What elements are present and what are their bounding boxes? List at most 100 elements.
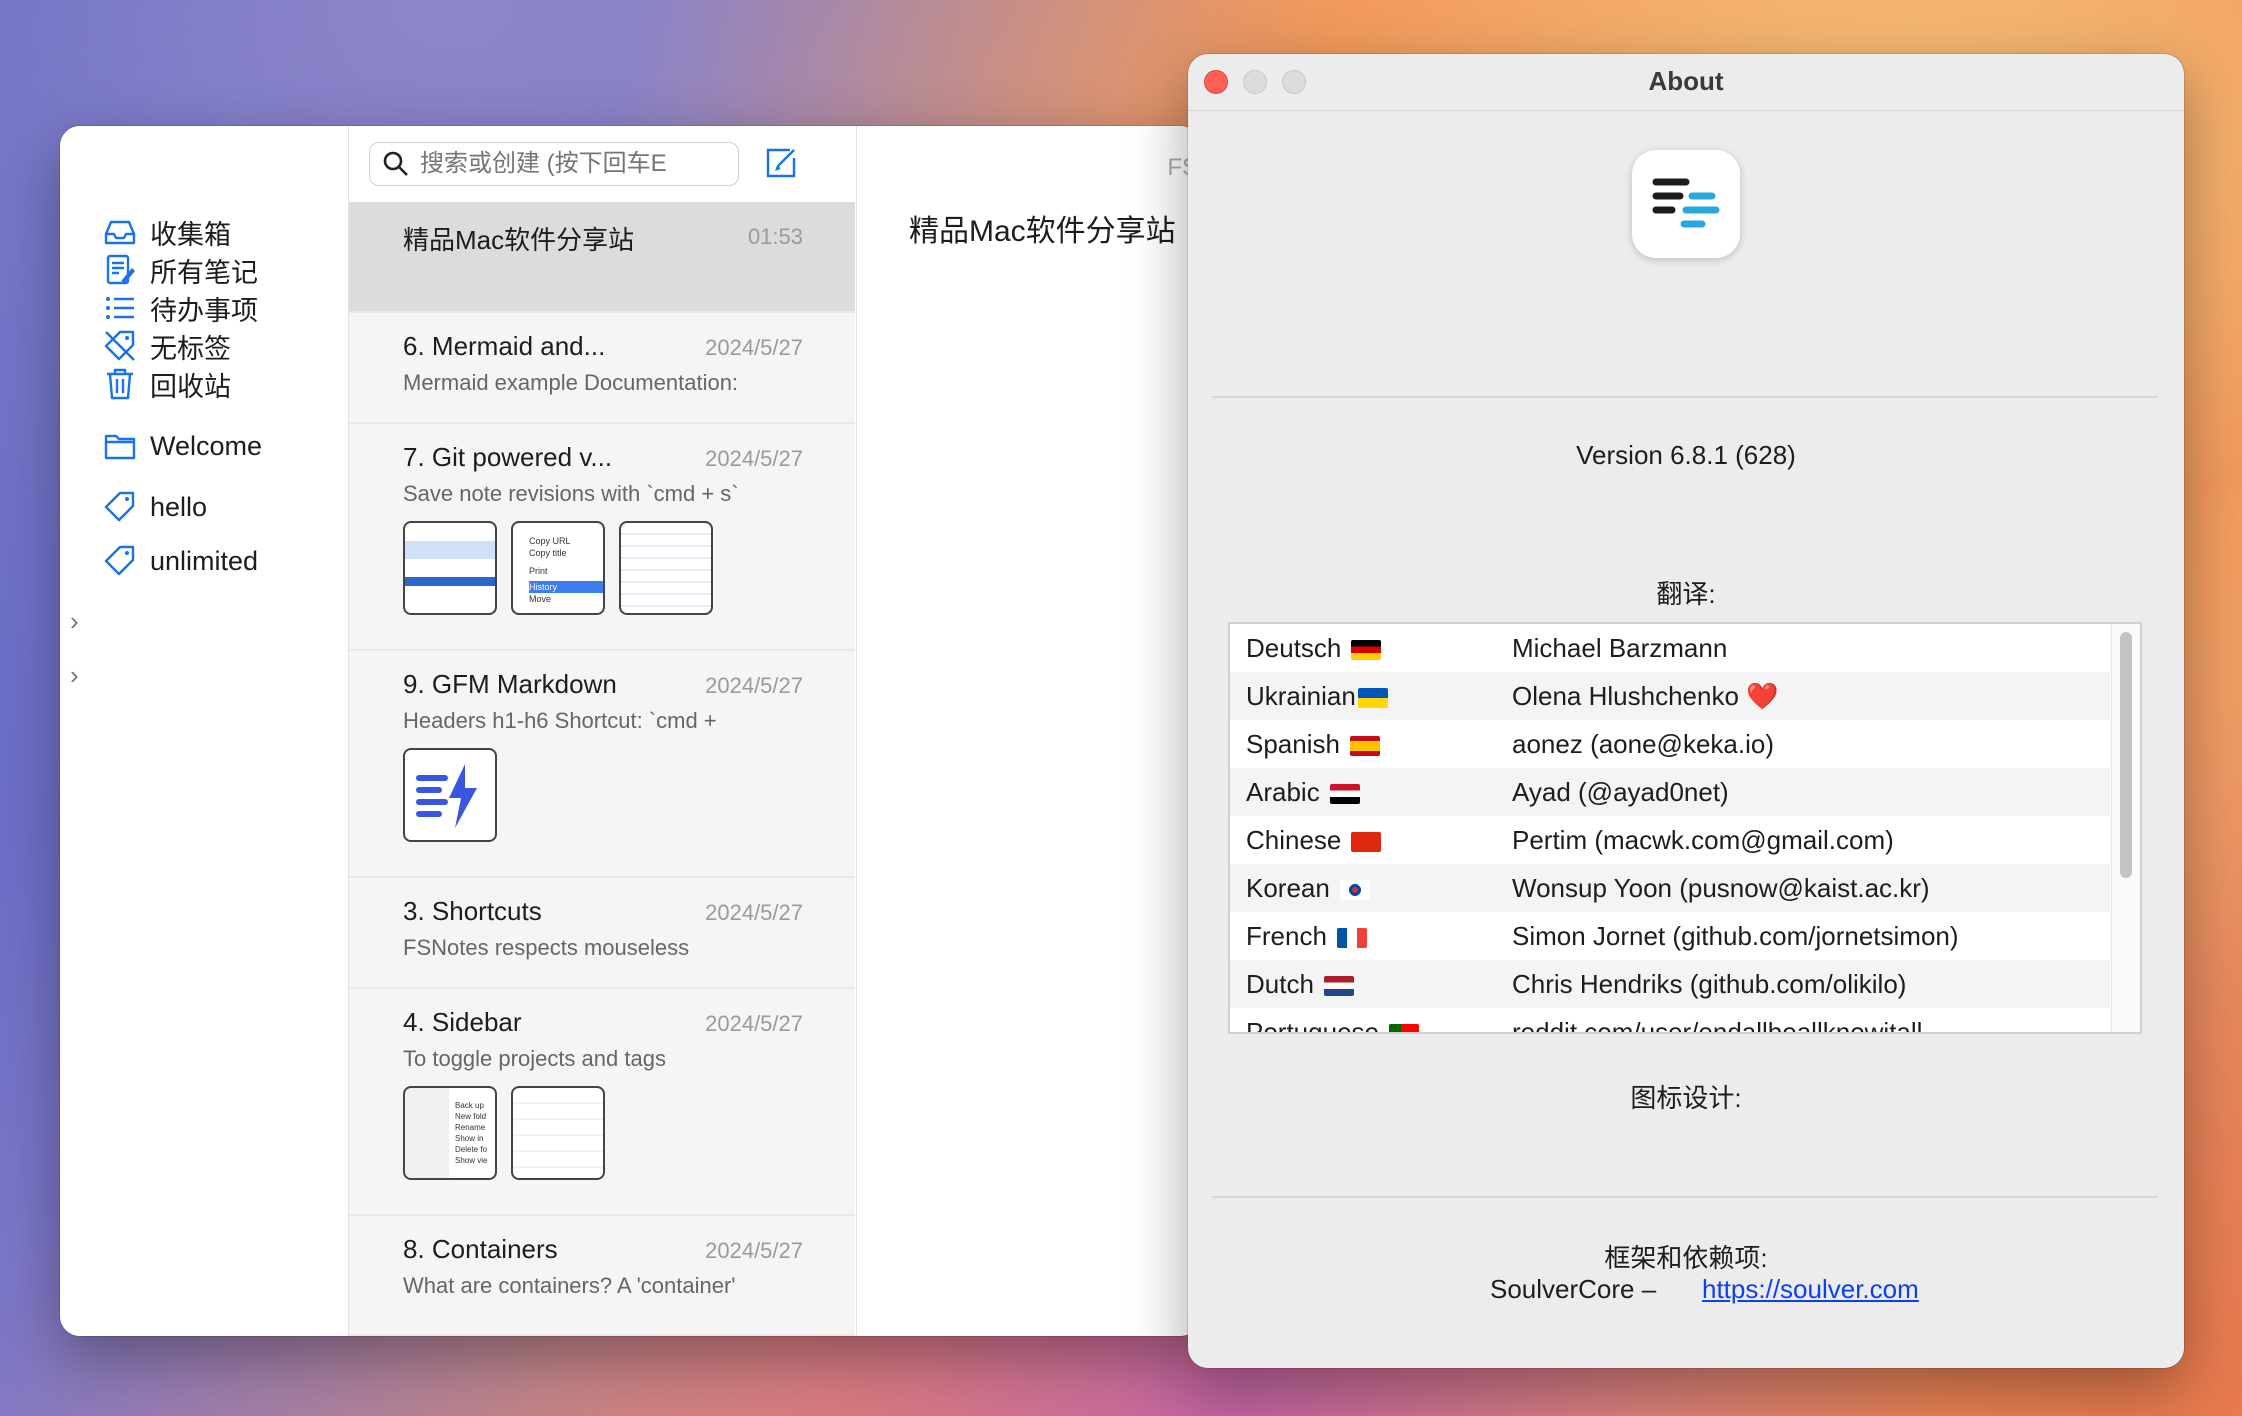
row-translator: Pertim (macwk.com@gmail.com) bbox=[1512, 824, 1894, 855]
fsnotes-logo-icon bbox=[1652, 178, 1720, 228]
france-flag-icon bbox=[1336, 927, 1367, 948]
china-flag-icon bbox=[1351, 831, 1382, 852]
row-translator: aonez (aone@keka.io) bbox=[1512, 728, 1774, 759]
table-row: Korean Wonsup Yoon (pusnow@kaist.ac.kr) bbox=[1230, 864, 2110, 912]
note-preview: What are containers? A 'container' bbox=[403, 1273, 736, 1298]
dependency-link[interactable]: https://soulver.com bbox=[1702, 1274, 1919, 1305]
note-thumbnails bbox=[403, 748, 855, 842]
fsnotes-logo-icon bbox=[416, 764, 477, 828]
row-language: Arabic bbox=[1246, 777, 1360, 808]
heart-icon: ❤️ bbox=[1746, 680, 1779, 711]
thumbnail-image: Back up New fold Rename Show in Delete f… bbox=[403, 1086, 497, 1180]
untagged-icon bbox=[104, 330, 135, 361]
note-title: 9. GFM Markdown bbox=[403, 669, 617, 699]
sidebar-item-label: 无标签 bbox=[150, 333, 231, 364]
note-date: 2024/5/27 bbox=[705, 335, 803, 360]
sidebar-item-label: 收集箱 bbox=[150, 219, 231, 250]
row-translator: Chris Hendriks (github.com/olikilo) bbox=[1512, 968, 1907, 999]
sidebar-folder-welcome[interactable]: Welcome bbox=[102, 424, 262, 468]
note-preview: To toggle projects and tags bbox=[403, 1046, 666, 1071]
thumbnail-image bbox=[619, 521, 713, 615]
chevron-right-icon[interactable]: › bbox=[70, 606, 90, 637]
row-translator: Simon Jornet (github.com/jornetsimon) bbox=[1512, 920, 1959, 951]
note-item[interactable]: 3. Shortcuts 2024/5/27 FSNotes respects … bbox=[349, 878, 855, 989]
menu-text: Copy URL bbox=[529, 536, 571, 546]
new-note-icon[interactable] bbox=[764, 146, 798, 180]
note-date: 2024/5/27 bbox=[705, 900, 803, 925]
inbox-icon bbox=[104, 220, 136, 245]
search-input[interactable] bbox=[418, 149, 722, 179]
row-translator: Olena Hlushchenko ❤️ bbox=[1512, 680, 1779, 711]
menu-text: Copy title bbox=[529, 548, 567, 558]
app-icon bbox=[1632, 150, 1740, 258]
note-item[interactable]: 9. GFM Markdown 2024/5/27 Headers h1-h6 … bbox=[349, 651, 855, 878]
about-window: About Version 6.8.1 (628) 翻译: Deutsch Mi… bbox=[1188, 54, 2184, 1368]
row-language: Spanish bbox=[1246, 729, 1380, 760]
row-translator: Wonsup Yoon (pusnow@kaist.ac.kr) bbox=[1512, 872, 1930, 903]
note-item[interactable]: 6. Mermaid and... 2024/5/27 Mermaid exam… bbox=[349, 313, 855, 424]
trash-icon bbox=[107, 368, 133, 400]
note-date: 2024/5/27 bbox=[705, 1011, 803, 1036]
spain-flag-icon bbox=[1349, 735, 1380, 756]
note-item-selected[interactable]: 精品Mac软件分享站 01:53 bbox=[349, 202, 855, 313]
search-icon bbox=[383, 151, 408, 176]
note-item[interactable]: 7. Git powered v... 2024/5/27 Save note … bbox=[349, 424, 855, 651]
note-title: 4. Sidebar bbox=[403, 1007, 522, 1037]
note-item[interactable]: 8. Containers 2024/5/27 What are contain… bbox=[349, 1216, 855, 1336]
fsnotes-main-window: 收集箱 所有笔记 待办事项 无标签 回收站 Welcome › hello › bbox=[60, 126, 1200, 1336]
thumbnail-image bbox=[511, 1086, 605, 1180]
about-titlebar: About bbox=[1188, 54, 2184, 111]
dependency-name: SoulverCore – bbox=[1490, 1274, 1657, 1304]
thumbnail-image bbox=[403, 748, 497, 842]
translators-table[interactable]: Deutsch Michael Barzmann Ukrainian Olena… bbox=[1228, 622, 2142, 1034]
sidebar-item-label: 待办事项 bbox=[150, 295, 258, 326]
sidebar-tag-unlimited[interactable]: unlimited bbox=[102, 539, 258, 583]
sidebar: 收集箱 所有笔记 待办事项 无标签 回收站 Welcome › hello › bbox=[60, 126, 349, 1336]
divider bbox=[1212, 1196, 2158, 1198]
note-preview: Mermaid example Documentation: bbox=[403, 370, 739, 395]
row-translator: reddit.com/user/endallbeallknowitall bbox=[1512, 1016, 1923, 1034]
note-title: 6. Mermaid and... bbox=[403, 331, 606, 361]
table-row: Portuguese reddit.com/user/endallbeallkn… bbox=[1230, 1008, 2110, 1034]
ukraine-flag-icon bbox=[1357, 687, 1388, 708]
note-title: 精品Mac软件分享站 bbox=[403, 225, 635, 255]
table-row: Spanish aonez (aone@keka.io) bbox=[1230, 720, 2110, 768]
note-thumbnails: Back up New fold Rename Show in Delete f… bbox=[403, 1086, 855, 1180]
sidebar-tag-hello[interactable]: hello bbox=[102, 485, 207, 529]
row-language: Chinese bbox=[1246, 825, 1382, 856]
menu-text: History bbox=[529, 581, 603, 593]
menu-text: Delete fo bbox=[455, 1145, 488, 1154]
window-title: About bbox=[1648, 66, 1724, 96]
search-field[interactable] bbox=[369, 142, 739, 186]
editor-pane[interactable]: 精品Mac软件分享站 FS bbox=[856, 126, 1200, 1336]
row-language: Portuguese bbox=[1246, 1017, 1419, 1032]
table-row: Deutsch Michael Barzmann bbox=[1230, 624, 2110, 672]
menu-text: Rename bbox=[455, 1123, 486, 1132]
divider bbox=[1212, 396, 2158, 398]
sidebar-item-label: hello bbox=[150, 491, 208, 522]
portugal-flag-icon bbox=[1388, 1023, 1419, 1032]
note-list: 精品Mac软件分享站 01:53 6. Mermaid and... 2024/… bbox=[349, 126, 874, 1336]
menu-text: Move bbox=[529, 594, 552, 604]
table-scrollbar-thumb[interactable] bbox=[2120, 632, 2132, 878]
editor-title: 精品Mac软件分享站 bbox=[909, 215, 1176, 248]
icon-design-heading: 图标设计: bbox=[1630, 1083, 1742, 1113]
table-scrollbar-track[interactable] bbox=[2111, 624, 2140, 1032]
list-icon bbox=[106, 297, 134, 319]
chevron-right-icon[interactable]: › bbox=[70, 660, 90, 691]
menu-text: Show in bbox=[455, 1134, 484, 1143]
row-language: French bbox=[1246, 921, 1367, 952]
row-language: Ukrainian bbox=[1246, 681, 1388, 712]
korea-flag-icon bbox=[1339, 879, 1370, 900]
note-item[interactable]: 4. Sidebar 2024/5/27 To toggle projects … bbox=[349, 989, 855, 1216]
sidebar-item-label: 回收站 bbox=[150, 371, 231, 402]
note-date: 01:53 bbox=[747, 224, 803, 249]
netherlands-flag-icon bbox=[1323, 975, 1354, 996]
tag-icon bbox=[104, 491, 135, 522]
note-title: 8. Containers bbox=[403, 1234, 558, 1264]
folder-icon bbox=[104, 434, 136, 460]
note-preview: FSNotes respects mouseless bbox=[403, 935, 690, 960]
tag-icon bbox=[104, 545, 135, 576]
sidebar-item-trash[interactable]: 回收站 bbox=[102, 362, 231, 406]
row-language: Korean bbox=[1246, 873, 1370, 904]
